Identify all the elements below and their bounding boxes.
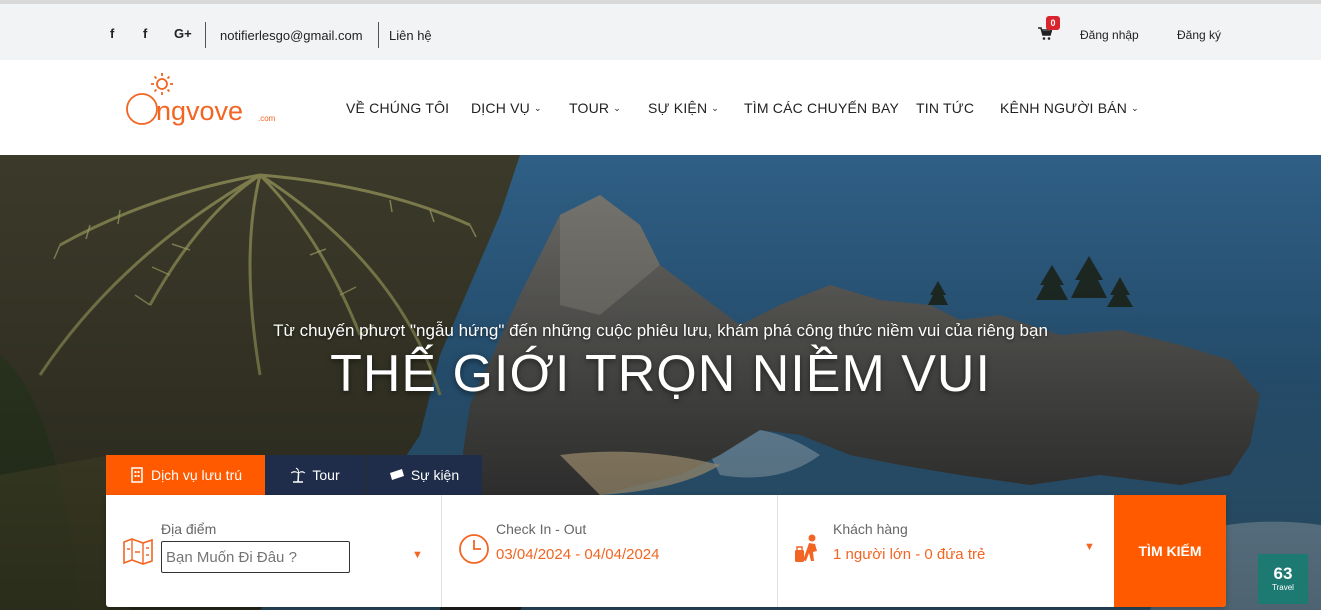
contact-link[interactable]: Liên hệ (389, 28, 432, 43)
nav-services[interactable]: DỊCH VỤ ⌄ (471, 100, 542, 116)
guests-label: Khách hàng (833, 521, 908, 537)
tab-accommodation[interactable]: Dịch vụ lưu trú (106, 455, 265, 495)
nav-about[interactable]: VỀ CHÚNG TÔI (346, 100, 449, 116)
register-link[interactable]: Đăng ký (1177, 28, 1221, 42)
date-range-value[interactable]: 03/04/2024 - 04/04/2024 (496, 546, 659, 563)
location-input[interactable] (161, 541, 350, 573)
palm-tree-icon (291, 467, 306, 483)
facebook-icon[interactable]: f (110, 26, 114, 41)
date-range-label: Check In - Out (496, 521, 587, 537)
contact-email[interactable]: notifierlesgo@gmail.com (220, 28, 363, 43)
travel-63-badge[interactable]: 63 Travel (1258, 554, 1308, 604)
logo-suffix: .com (258, 114, 276, 123)
chevron-down-icon: ⌄ (1131, 103, 1139, 113)
date-range-field[interactable]: Check In - Out 03/04/2024 - 04/04/2024 (442, 495, 777, 607)
nav-label: TOUR (569, 100, 610, 116)
nav-label: TÌM CÁC CHUYẾN BAY (744, 100, 900, 116)
search-panel: Địa điểm ▼ Check In - Out 03/04/2024 - 0… (106, 495, 1226, 607)
facebook-icon[interactable]: f (143, 26, 147, 41)
ticket-icon (389, 469, 404, 480)
tab-label: Dịch vụ lưu trú (150, 467, 243, 483)
tab-label: Tour (312, 467, 340, 483)
tab-tour[interactable]: Tour (265, 455, 365, 495)
main-header: ngvove .com VỀ CHÚNG TÔI DỊCH VỤ ⌄ TOUR ⌄ … (0, 60, 1321, 155)
tab-label: Sự kiện (410, 467, 460, 483)
nav-news[interactable]: TIN TỨC (916, 100, 974, 116)
nav-label: TIN TỨC (916, 100, 975, 116)
nav-label: KÊNH NGƯỜI BÁN (1000, 100, 1128, 116)
nav-seller-channel[interactable]: KÊNH NGƯỜI BÁN ⌄ (1000, 100, 1139, 116)
chevron-down-icon: ⌄ (613, 103, 621, 113)
hero-subtitle: Từ chuyến phượt "ngẫu hứng" đến những cu… (273, 321, 1048, 340)
map-icon (123, 538, 153, 565)
location-label: Địa điểm (161, 521, 217, 537)
traveler-icon (795, 534, 817, 562)
nav-label: SỰ KIỆN (648, 100, 708, 116)
location-field: Địa điểm ▼ (106, 495, 441, 607)
badge-text: Travel (1272, 583, 1294, 592)
dropdown-caret-icon[interactable]: ▼ (1084, 541, 1095, 553)
chevron-down-icon: ⌄ (533, 103, 542, 113)
building-icon (131, 467, 143, 483)
tab-events[interactable]: Sự kiện (366, 455, 482, 495)
hero-title: THẾ GIỚI TRỌN NIỀM VUI (330, 345, 991, 403)
ongvove-logo[interactable]: ngvove .com (122, 72, 292, 134)
logo-text: ngvove (156, 96, 243, 126)
login-link[interactable]: Đăng nhập (1080, 28, 1139, 42)
google-plus-icon[interactable]: G+ (174, 26, 192, 41)
dropdown-caret-icon[interactable]: ▼ (412, 549, 423, 561)
clock-icon (459, 534, 489, 564)
badge-number: 63 (1273, 564, 1293, 583)
nav-label: DỊCH VỤ (471, 100, 530, 116)
guests-field[interactable]: Khách hàng 1 người lớn - 0 đứa trẻ ▼ (778, 495, 1114, 607)
nav-label: VỀ CHÚNG TÔI (346, 100, 450, 116)
divider (205, 22, 206, 48)
top-bar: f f G+ notifierlesgo@gmail.com Liên hệ 0… (0, 0, 1321, 60)
guests-value[interactable]: 1 người lớn - 0 đứa trẻ (833, 546, 985, 563)
divider (378, 22, 379, 48)
nav-tour[interactable]: TOUR ⌄ (569, 100, 621, 116)
chevron-down-icon: ⌄ (711, 103, 720, 113)
nav-events[interactable]: SỰ KIỆN ⌄ (648, 100, 719, 116)
cart-count-badge: 0 (1046, 16, 1060, 30)
nav-flights[interactable]: TÌM CÁC CHUYẾN BAY (744, 100, 899, 116)
search-button[interactable]: TÌM KIẾM (1114, 495, 1226, 607)
